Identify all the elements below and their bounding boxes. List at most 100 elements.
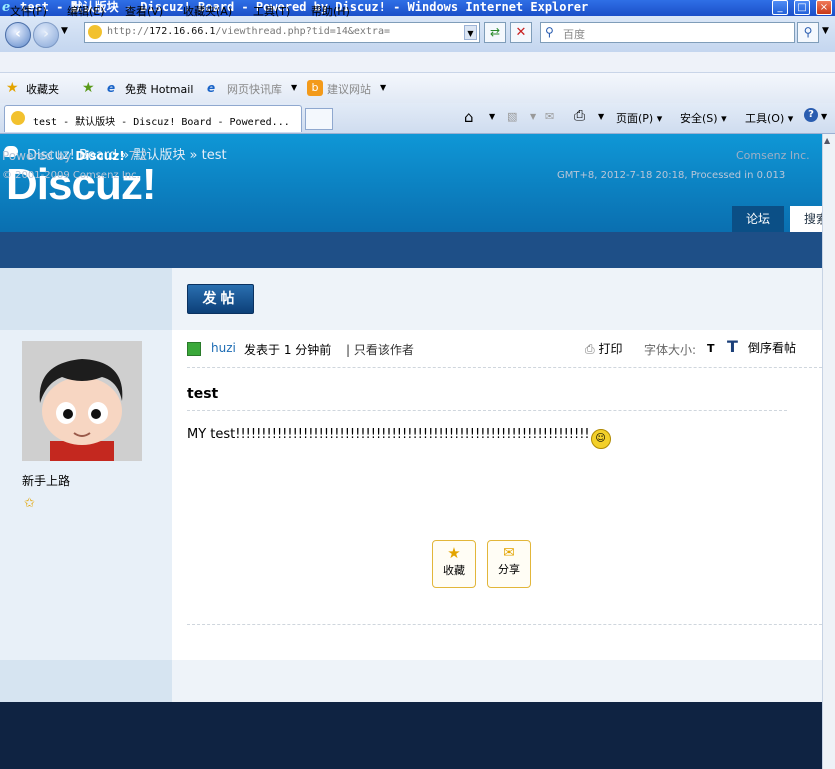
print-link[interactable]: ⎙ 打印 <box>585 340 622 357</box>
divider <box>187 367 822 368</box>
search-field[interactable]: ⚲ 百度 <box>540 22 795 43</box>
new-tab-button[interactable] <box>305 108 333 130</box>
page-favicon-icon <box>88 25 102 39</box>
address-url[interactable]: http://172.16.66.1/viewthread.php?tid=14… <box>107 26 390 37</box>
print-toolbar-icon[interactable]: ⎙ <box>574 108 585 124</box>
version: 7.2 <box>124 149 148 163</box>
menu-edit[interactable]: 编辑(E) <box>67 3 105 19</box>
web-page: Discuz! 论坛 搜索 Discuz! Board » 默认版块 » tes… <box>0 134 822 769</box>
address-dropdown-icon[interactable]: ▼ <box>464 25 477 40</box>
post-title: test <box>187 386 219 402</box>
divider <box>187 410 787 411</box>
post-time: 发表于 1 分钟前 <box>244 343 332 357</box>
ie-page-icon: e <box>107 81 116 95</box>
menu-file[interactable]: 文件(F) <box>10 3 47 19</box>
star-icon: ✩ <box>24 496 35 511</box>
page-menu[interactable]: 页面(P) ▾ <box>616 110 662 126</box>
nav-tab-forum[interactable]: 论坛 <box>732 206 784 232</box>
favorite-label: 收藏 <box>443 564 465 577</box>
back-button[interactable]: ‹ <box>5 22 31 48</box>
reverse-order-link[interactable]: 倒序看帖 <box>748 339 796 356</box>
powered-brand-link[interactable]: Discuz! <box>75 149 124 163</box>
browser-tab-active[interactable]: test - 默认版块 - Discuz! Board - Powered... <box>4 105 302 132</box>
chevron-down-icon[interactable]: ▼ <box>598 112 604 121</box>
sidebar-top-strip <box>0 268 172 330</box>
footer <box>0 702 822 769</box>
webslice-icon: e <box>207 81 216 95</box>
company-link[interactable]: Comsenz Inc. <box>736 149 810 162</box>
chevron-down-icon[interactable]: ▼ <box>489 112 495 121</box>
powered-prefix: Powered by <box>2 149 76 163</box>
post-body: MY test!!!!!!!!!!!!!!!!!!!!!!!!!!!!!!!!!… <box>187 427 611 449</box>
smiley-icon: ☺ <box>590 429 611 449</box>
chevron-down-icon[interactable]: ▼ <box>380 83 386 92</box>
envelope-icon: ✉ <box>503 545 515 561</box>
post-body-text: MY test!!!!!!!!!!!!!!!!!!!!!!!!!!!!!!!!!… <box>187 427 590 442</box>
author-link[interactable]: huzi <box>211 341 236 355</box>
chevron-down-icon[interactable]: ▼ <box>821 112 827 121</box>
forum-logo[interactable]: Discuz! <box>6 160 156 210</box>
safety-menu-label: 安全(S) <box>680 112 718 125</box>
divider <box>187 624 822 625</box>
new-post-button[interactable]: 发帖 <box>187 284 254 314</box>
chevron-down-icon[interactable]: ▼ <box>530 112 536 121</box>
url-prefix: http:// <box>107 26 150 37</box>
url-path: /viewthread.php?tid=14&extra= <box>215 26 390 37</box>
user-online-icon <box>187 342 201 356</box>
search-options-icon[interactable]: ▼ <box>822 26 829 36</box>
close-window-button[interactable]: × <box>816 0 832 15</box>
window-title: test - 默认版块 - Discuz! Board - Powered by… <box>20 0 589 14</box>
star-icon: ★ <box>447 544 461 562</box>
user-rank: 新手上路 <box>22 474 71 488</box>
tab-favicon-icon <box>11 111 25 125</box>
favorite-button[interactable]: ★ 收藏 <box>432 540 476 588</box>
avatar-boy-icon <box>22 341 142 461</box>
favorites-star-icon: ★ <box>6 80 19 96</box>
nav-tab-search[interactable]: 搜索 <box>790 206 822 232</box>
page-menu-label: 页面(P) <box>616 112 654 125</box>
font-size-label: 字体大小: <box>644 343 697 357</box>
print-label: 打印 <box>598 342 623 356</box>
search-go-icon[interactable]: ⚲ <box>797 22 819 43</box>
fav-hotmail[interactable]: 免费 Hotmail <box>125 81 193 97</box>
help-icon[interactable]: ? <box>804 108 818 122</box>
address-field[interactable]: http://172.16.66.1/viewthread.php?tid=14… <box>84 22 480 43</box>
menu-help[interactable]: 帮助(H) <box>311 3 350 19</box>
tools-menu[interactable]: 工具(O) ▾ <box>745 110 793 126</box>
menu-favorites[interactable]: 收藏夹(A) <box>183 3 232 19</box>
printer-icon: ⎙ <box>585 342 595 356</box>
forward-button[interactable]: › <box>33 22 59 48</box>
add-favorite-icon[interactable]: ★ <box>82 80 95 96</box>
fav-webslice-gallery[interactable]: 网页快讯库 <box>227 81 282 97</box>
font-small-button[interactable]: T <box>707 342 715 355</box>
share-button[interactable]: ✉ 分享 <box>487 540 531 588</box>
history-dropdown-icon[interactable]: ▼ <box>61 26 68 36</box>
chevron-down-icon[interactable]: ▼ <box>291 83 297 92</box>
avatar[interactable] <box>22 341 142 461</box>
scrollbar[interactable]: ▲ <box>822 134 835 769</box>
share-label: 分享 <box>498 563 520 576</box>
favorites-button[interactable]: 收藏夹 <box>26 81 59 97</box>
refresh-icon[interactable]: ⇄ <box>484 22 506 43</box>
thread-toolbar <box>172 268 822 330</box>
powered-by: Powered by Discuz! 7.2 <box>2 149 148 163</box>
menu-view[interactable]: 查看(V) <box>125 3 163 19</box>
minimize-button[interactable]: _ <box>772 0 788 15</box>
menu-bar <box>0 52 835 73</box>
home-icon[interactable]: ⌂ <box>464 108 474 126</box>
only-author-link[interactable]: | 只看该作者 <box>346 341 414 358</box>
search-provider-icon: ⚲ <box>545 25 554 39</box>
font-large-button[interactable]: T <box>727 337 738 356</box>
scroll-up-icon[interactable]: ▲ <box>824 136 834 148</box>
server-time: GMT+8, 2012-7-18 20:18, Processed in 0.0… <box>557 170 786 181</box>
maximize-button[interactable]: □ <box>794 0 810 15</box>
menu-tools[interactable]: 工具(T) <box>253 3 290 19</box>
tools-menu-label: 工具(O) <box>745 112 785 125</box>
mail-icon[interactable]: ✉ <box>545 110 554 123</box>
feeds-icon[interactable]: ▧ <box>507 110 517 123</box>
stop-icon[interactable]: ✕ <box>510 22 532 43</box>
copyright[interactable]: © 2001-2009 Comsenz Inc. <box>2 170 140 181</box>
safety-menu[interactable]: 安全(S) ▾ <box>680 110 727 126</box>
fav-suggested-sites[interactable]: 建议网站 <box>327 81 371 97</box>
tab-title: test - 默认版块 - Discuz! Board - Powered... <box>33 117 290 128</box>
